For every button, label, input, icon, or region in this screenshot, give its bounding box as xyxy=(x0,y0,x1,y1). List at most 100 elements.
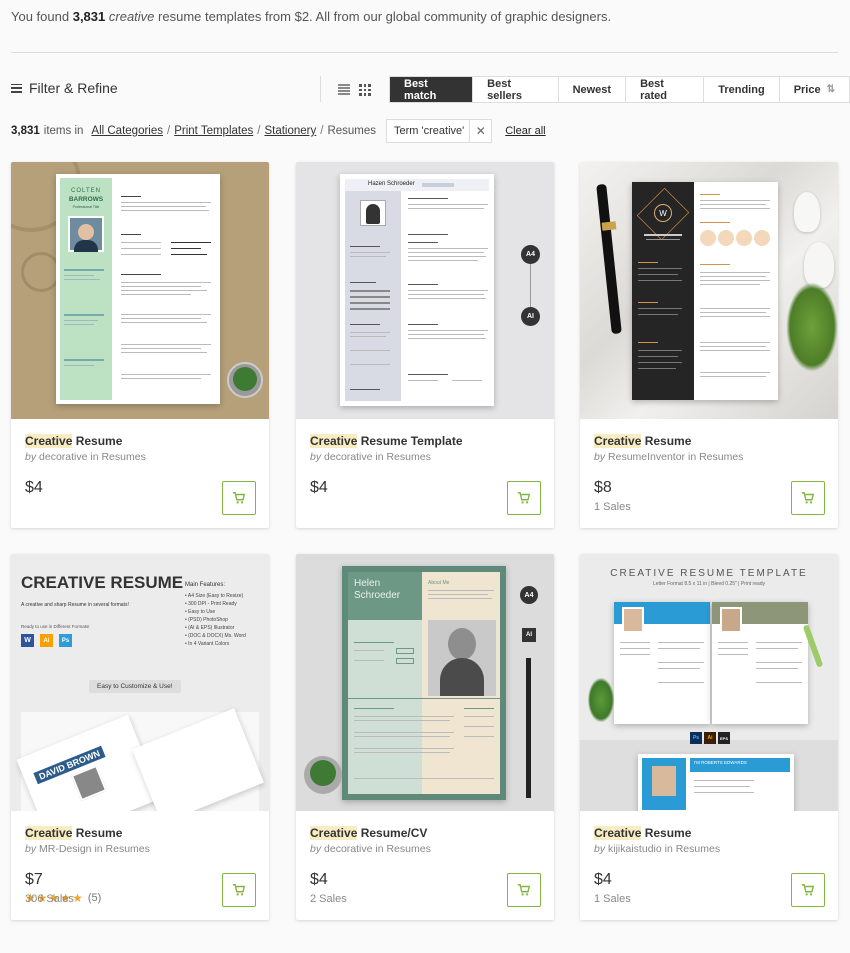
about-heading: About Me xyxy=(428,580,450,586)
photoshop-format-icon: Ps xyxy=(59,634,72,647)
search-term: creative xyxy=(108,9,155,24)
feature-text: (PSD) PhotoShop xyxy=(188,617,228,623)
product-thumbnail[interactable]: Helen Schroeder About Me A4 AI xyxy=(296,554,554,811)
format-badge-a4: A4 xyxy=(521,245,540,264)
photoshop-format-icon: Ps xyxy=(690,732,702,744)
clear-all-link[interactable]: Clear all xyxy=(505,125,545,137)
product-price: $7 xyxy=(25,871,43,888)
sort-price[interactable]: Price ⇅ xyxy=(778,77,849,102)
product-thumbnail[interactable]: W xyxy=(580,162,838,419)
breadcrumb-separator: / xyxy=(320,125,324,137)
sales-count: 306 Sales xyxy=(25,893,74,905)
title-rest: Resume xyxy=(641,826,692,840)
product-byline: by MR-Design in Resumes xyxy=(25,843,150,855)
rating-count: (5) xyxy=(87,892,102,904)
product-title[interactable]: Creative Resume xyxy=(594,434,691,448)
category-link[interactable]: in Resumes xyxy=(92,843,149,855)
sort-best-match[interactable]: Best match xyxy=(390,77,473,102)
eps-format-icon: EPS xyxy=(718,732,730,744)
thumbnail-cta: Easy to Customize & Use! xyxy=(89,680,181,693)
author-link[interactable]: decorative xyxy=(324,843,372,855)
feature-text: Easy to Use xyxy=(188,609,216,615)
filter-refine-button[interactable]: Filter & Refine xyxy=(11,80,118,96)
resume-name: I'M ROBERTS EDWARDS xyxy=(694,760,747,765)
author-link[interactable]: kijikaistudio xyxy=(608,843,662,855)
sort-newest[interactable]: Newest xyxy=(557,77,626,102)
title-rest: Resume/CV xyxy=(357,826,428,840)
category-link[interactable]: in Resumes xyxy=(372,451,430,463)
breadcrumb-all-categories[interactable]: All Categories xyxy=(91,125,163,137)
divider xyxy=(11,52,838,53)
features-list: • A4 Size (Easy to Resize) • 300 DPI - P… xyxy=(185,592,246,648)
sort-tabs: Best match Best sellers Newest Best rate… xyxy=(389,76,850,103)
cart-icon xyxy=(801,492,815,504)
breadcrumb-current: Resumes xyxy=(327,125,377,137)
sort-label: Best match xyxy=(404,77,437,102)
product-card: CREATIVE RESUME TEMPLATE Letter Format 8… xyxy=(580,554,838,920)
sort-arrows-icon: ⇅ xyxy=(826,84,835,95)
by-label: by xyxy=(594,451,606,463)
author-link[interactable]: ResumeInventor xyxy=(608,451,685,463)
list-view-icon[interactable] xyxy=(338,84,350,95)
product-card: Helen Schroeder About Me A4 AI Creative … xyxy=(296,554,554,920)
sort-label: Best sellers xyxy=(487,77,523,102)
category-link[interactable]: in Resumes xyxy=(87,451,145,463)
category-link[interactable]: in Resumes xyxy=(685,451,743,463)
sort-trending[interactable]: Trending xyxy=(703,77,778,102)
filter-lines-icon xyxy=(11,83,22,93)
breadcrumb-stationery[interactable]: Stationery xyxy=(264,125,316,137)
sort-best-sellers[interactable]: Best sellers xyxy=(472,77,557,102)
sales-count: 1 Sales xyxy=(594,893,631,905)
add-to-cart-button[interactable] xyxy=(507,873,541,907)
product-title[interactable]: Creative Resume xyxy=(594,826,691,840)
feature-item: • (DOC & DOCX) Ms. Word xyxy=(185,633,246,639)
add-to-cart-button[interactable] xyxy=(222,481,256,515)
resume-name: Hazen Schroeder xyxy=(368,181,415,187)
sort-label: Price xyxy=(793,83,821,96)
feature-text: 300 DPI - Print Ready xyxy=(188,601,237,607)
add-to-cart-button[interactable] xyxy=(791,873,825,907)
cart-icon xyxy=(232,492,246,504)
product-title[interactable]: Creative Resume/CV xyxy=(310,826,427,840)
product-thumbnail[interactable]: CREATIVE RESUME A creative and sharp Res… xyxy=(11,554,269,811)
product-title[interactable]: Creative Resume Template xyxy=(310,434,463,448)
add-to-cart-button[interactable] xyxy=(791,481,825,515)
product-byline: by decorative in Resumes xyxy=(310,843,431,855)
title-highlight: Creative xyxy=(310,826,358,840)
add-to-cart-button[interactable] xyxy=(507,481,541,515)
grid-view-icon[interactable] xyxy=(359,84,371,96)
filter-label: Filter & Refine xyxy=(29,80,118,96)
author-link[interactable]: decorative xyxy=(324,451,372,463)
sort-best-rated[interactable]: Best rated xyxy=(625,77,703,102)
by-label: by xyxy=(310,843,322,855)
breadcrumb-print-templates[interactable]: Print Templates xyxy=(174,125,253,137)
product-byline: by decorative in Resumes xyxy=(310,451,431,463)
product-thumbnail[interactable]: CREATIVE RESUME TEMPLATE Letter Format 8… xyxy=(580,554,838,811)
sort-label: Newest xyxy=(572,83,612,96)
breadcrumb-separator: / xyxy=(257,125,261,137)
product-price: $8 xyxy=(594,479,612,496)
cart-icon xyxy=(232,884,246,896)
product-title[interactable]: Creative Resume xyxy=(25,826,122,840)
add-to-cart-button[interactable] xyxy=(222,873,256,907)
results-count: 3,831 xyxy=(72,9,106,24)
close-icon[interactable]: ✕ xyxy=(469,120,491,142)
sales-count: 1 Sales xyxy=(594,501,631,513)
cart-icon xyxy=(517,884,531,896)
product-price: $4 xyxy=(310,479,328,496)
resume-name: Schroeder xyxy=(354,590,401,601)
product-byline: by kijikaistudio in Resumes xyxy=(594,843,720,855)
product-thumbnail[interactable]: Hazen Schroeder A4 AI xyxy=(296,162,554,419)
product-title[interactable]: Creative Resume xyxy=(25,434,122,448)
term-filter-chip: Term 'creative' ✕ xyxy=(386,119,493,143)
cart-icon xyxy=(517,492,531,504)
feature-item: • A4 Size (Easy to Resize) xyxy=(185,593,244,599)
illustrator-format-icon: Ai xyxy=(40,634,53,647)
category-link[interactable]: in Resumes xyxy=(372,843,430,855)
author-link[interactable]: decorative xyxy=(39,451,87,463)
author-link[interactable]: MR-Design xyxy=(39,843,92,855)
product-thumbnail[interactable]: COLTEN BARROWS Professional Title xyxy=(11,162,269,419)
product-card: CREATIVE RESUME A creative and sharp Res… xyxy=(11,554,269,920)
category-link[interactable]: in Resumes xyxy=(662,843,720,855)
product-price: $4 xyxy=(25,479,43,496)
